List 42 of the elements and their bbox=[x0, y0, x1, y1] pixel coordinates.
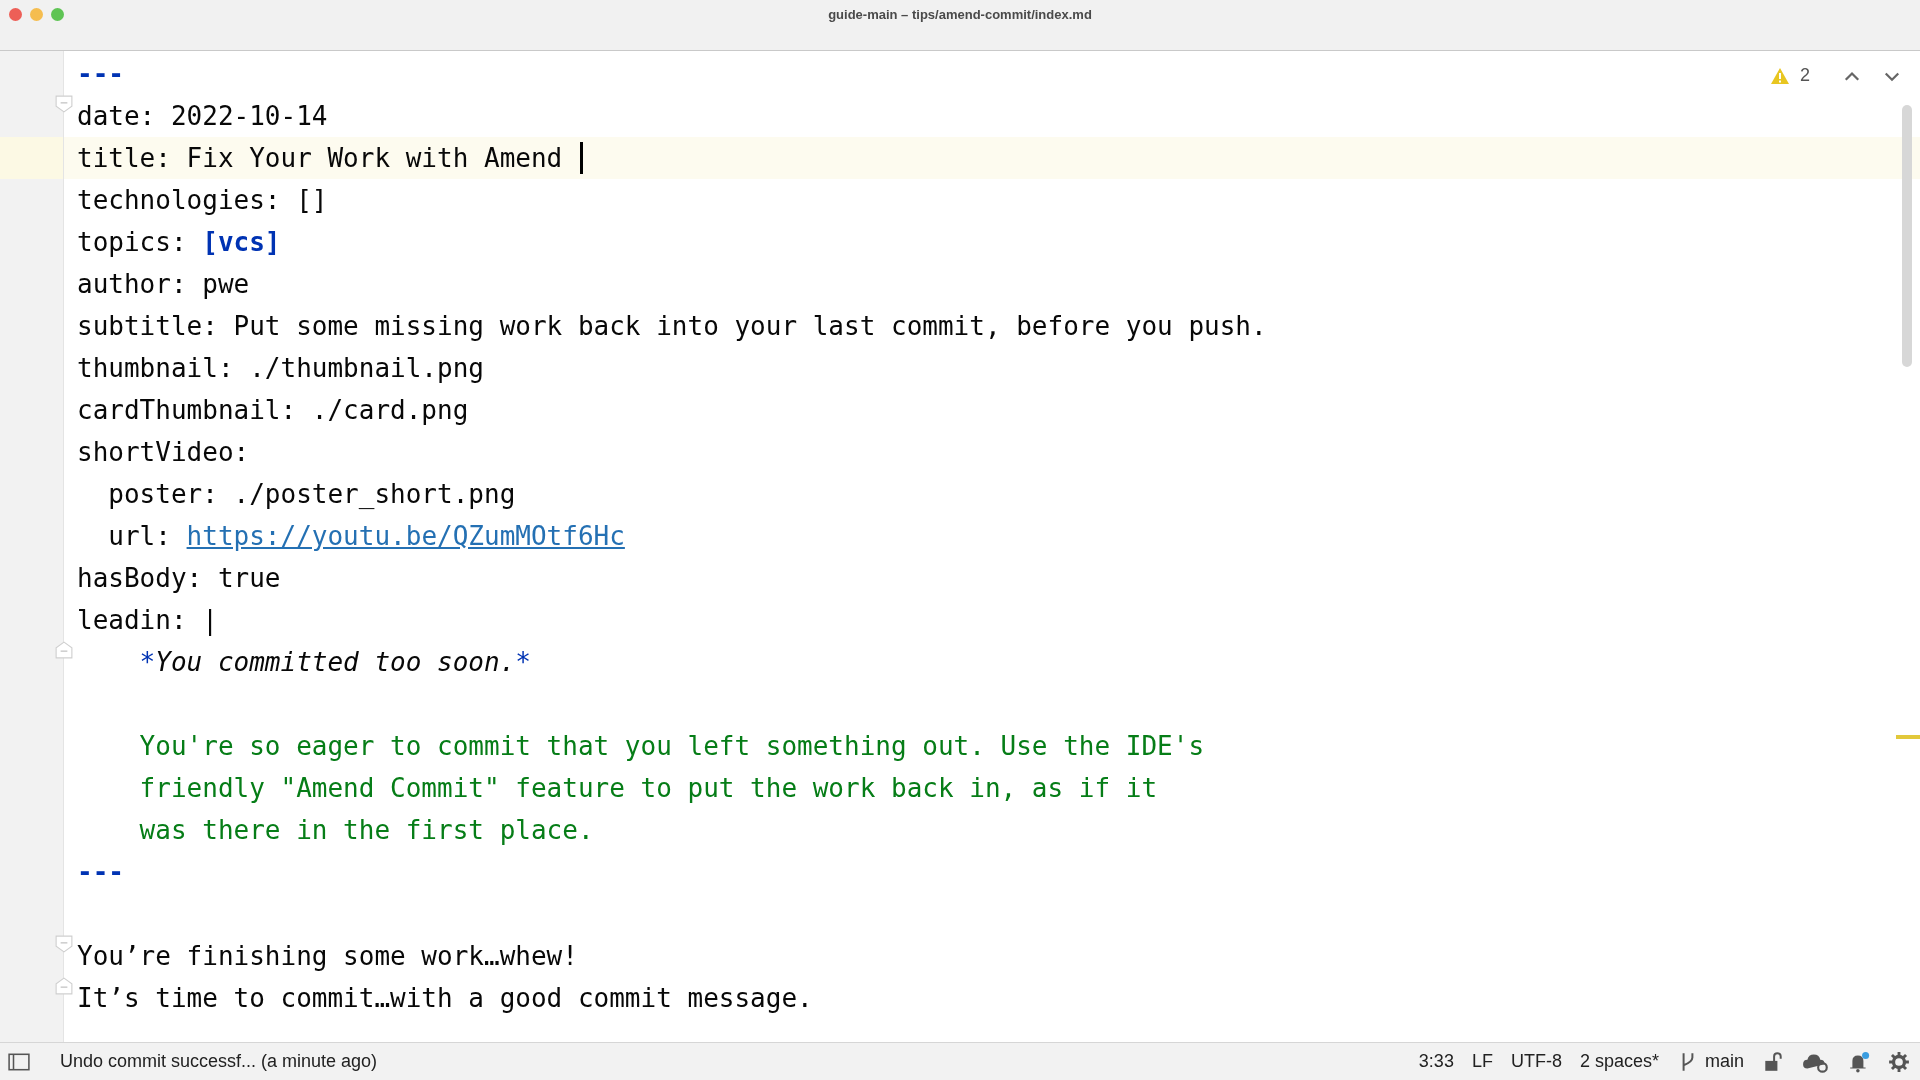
code-line: subtitle: Put some missing work back into your last commit, before you push. bbox=[77, 311, 1267, 341]
code-line: was there in the first place. bbox=[138, 815, 594, 845]
code-line: *You committed too soon.* bbox=[138, 647, 531, 677]
status-message[interactable]: Undo commit successf... (a minute ago) bbox=[60, 1051, 378, 1072]
code-line: You're so eager to commit that you left something out. Use the IDE's bbox=[138, 731, 1205, 761]
warning-count[interactable]: 2 bbox=[1800, 65, 1810, 86]
window-title: guide-main – tips/amend-commit/index.md bbox=[828, 6, 1092, 22]
close-button[interactable] bbox=[9, 8, 22, 21]
code-line: leadin: | bbox=[77, 605, 218, 635]
line-separator[interactable]: LF bbox=[1471, 1051, 1493, 1072]
code-line: url: https://youtu.be/QZumMOtf6Hc bbox=[107, 521, 625, 551]
warning-icon[interactable] bbox=[1770, 66, 1790, 85]
code-line: It’s time to commit…with a good commit message. bbox=[77, 983, 813, 1013]
fold-marker-icon[interactable] bbox=[55, 641, 73, 659]
code-line: --- bbox=[77, 857, 124, 887]
settings-icon[interactable] bbox=[1888, 1050, 1910, 1073]
code-line: shortVideo: bbox=[77, 437, 250, 467]
code-line: poster: ./poster_short.png bbox=[107, 479, 516, 509]
caret-position[interactable]: 3:33 bbox=[1418, 1051, 1454, 1072]
code-line: topics: [vcs] bbox=[77, 227, 281, 257]
code-line: thumbnail: ./thumbnail.png bbox=[77, 353, 484, 383]
fold-marker-icon[interactable] bbox=[55, 935, 73, 953]
code-line: author: pwe bbox=[77, 269, 250, 299]
code-line: cardThumbnail: ./card.png bbox=[77, 395, 469, 425]
fold-marker-icon[interactable] bbox=[55, 977, 73, 995]
notification-bell-icon[interactable] bbox=[1848, 1050, 1870, 1073]
zoom-button[interactable] bbox=[51, 8, 64, 21]
scrollbar-thumb[interactable] bbox=[1902, 105, 1912, 367]
code-line: date: 2022-10-14 bbox=[77, 101, 328, 131]
code-line: You’re finishing some work…whew! bbox=[77, 941, 578, 971]
file-encoding[interactable]: UTF-8 bbox=[1510, 1051, 1562, 1072]
minimize-button[interactable] bbox=[30, 8, 43, 21]
indent-setting[interactable]: 2 spaces* bbox=[1579, 1051, 1659, 1072]
code-line: technologies: [] bbox=[77, 185, 328, 215]
git-branch[interactable]: main bbox=[1705, 1051, 1744, 1072]
fold-marker-icon[interactable] bbox=[55, 95, 73, 113]
code-line: hasBody: true bbox=[77, 563, 281, 593]
code-line: title: Fix Your Work with Amend bbox=[77, 143, 564, 173]
url-link[interactable]: https://youtu.be/QZumMOtf6Hc bbox=[186, 521, 625, 551]
code-line: friendly "Amend Commit" feature to put the work back in, as if it bbox=[138, 773, 1158, 803]
unlock-icon[interactable] bbox=[1762, 1050, 1784, 1073]
code-line: --- bbox=[77, 59, 124, 89]
